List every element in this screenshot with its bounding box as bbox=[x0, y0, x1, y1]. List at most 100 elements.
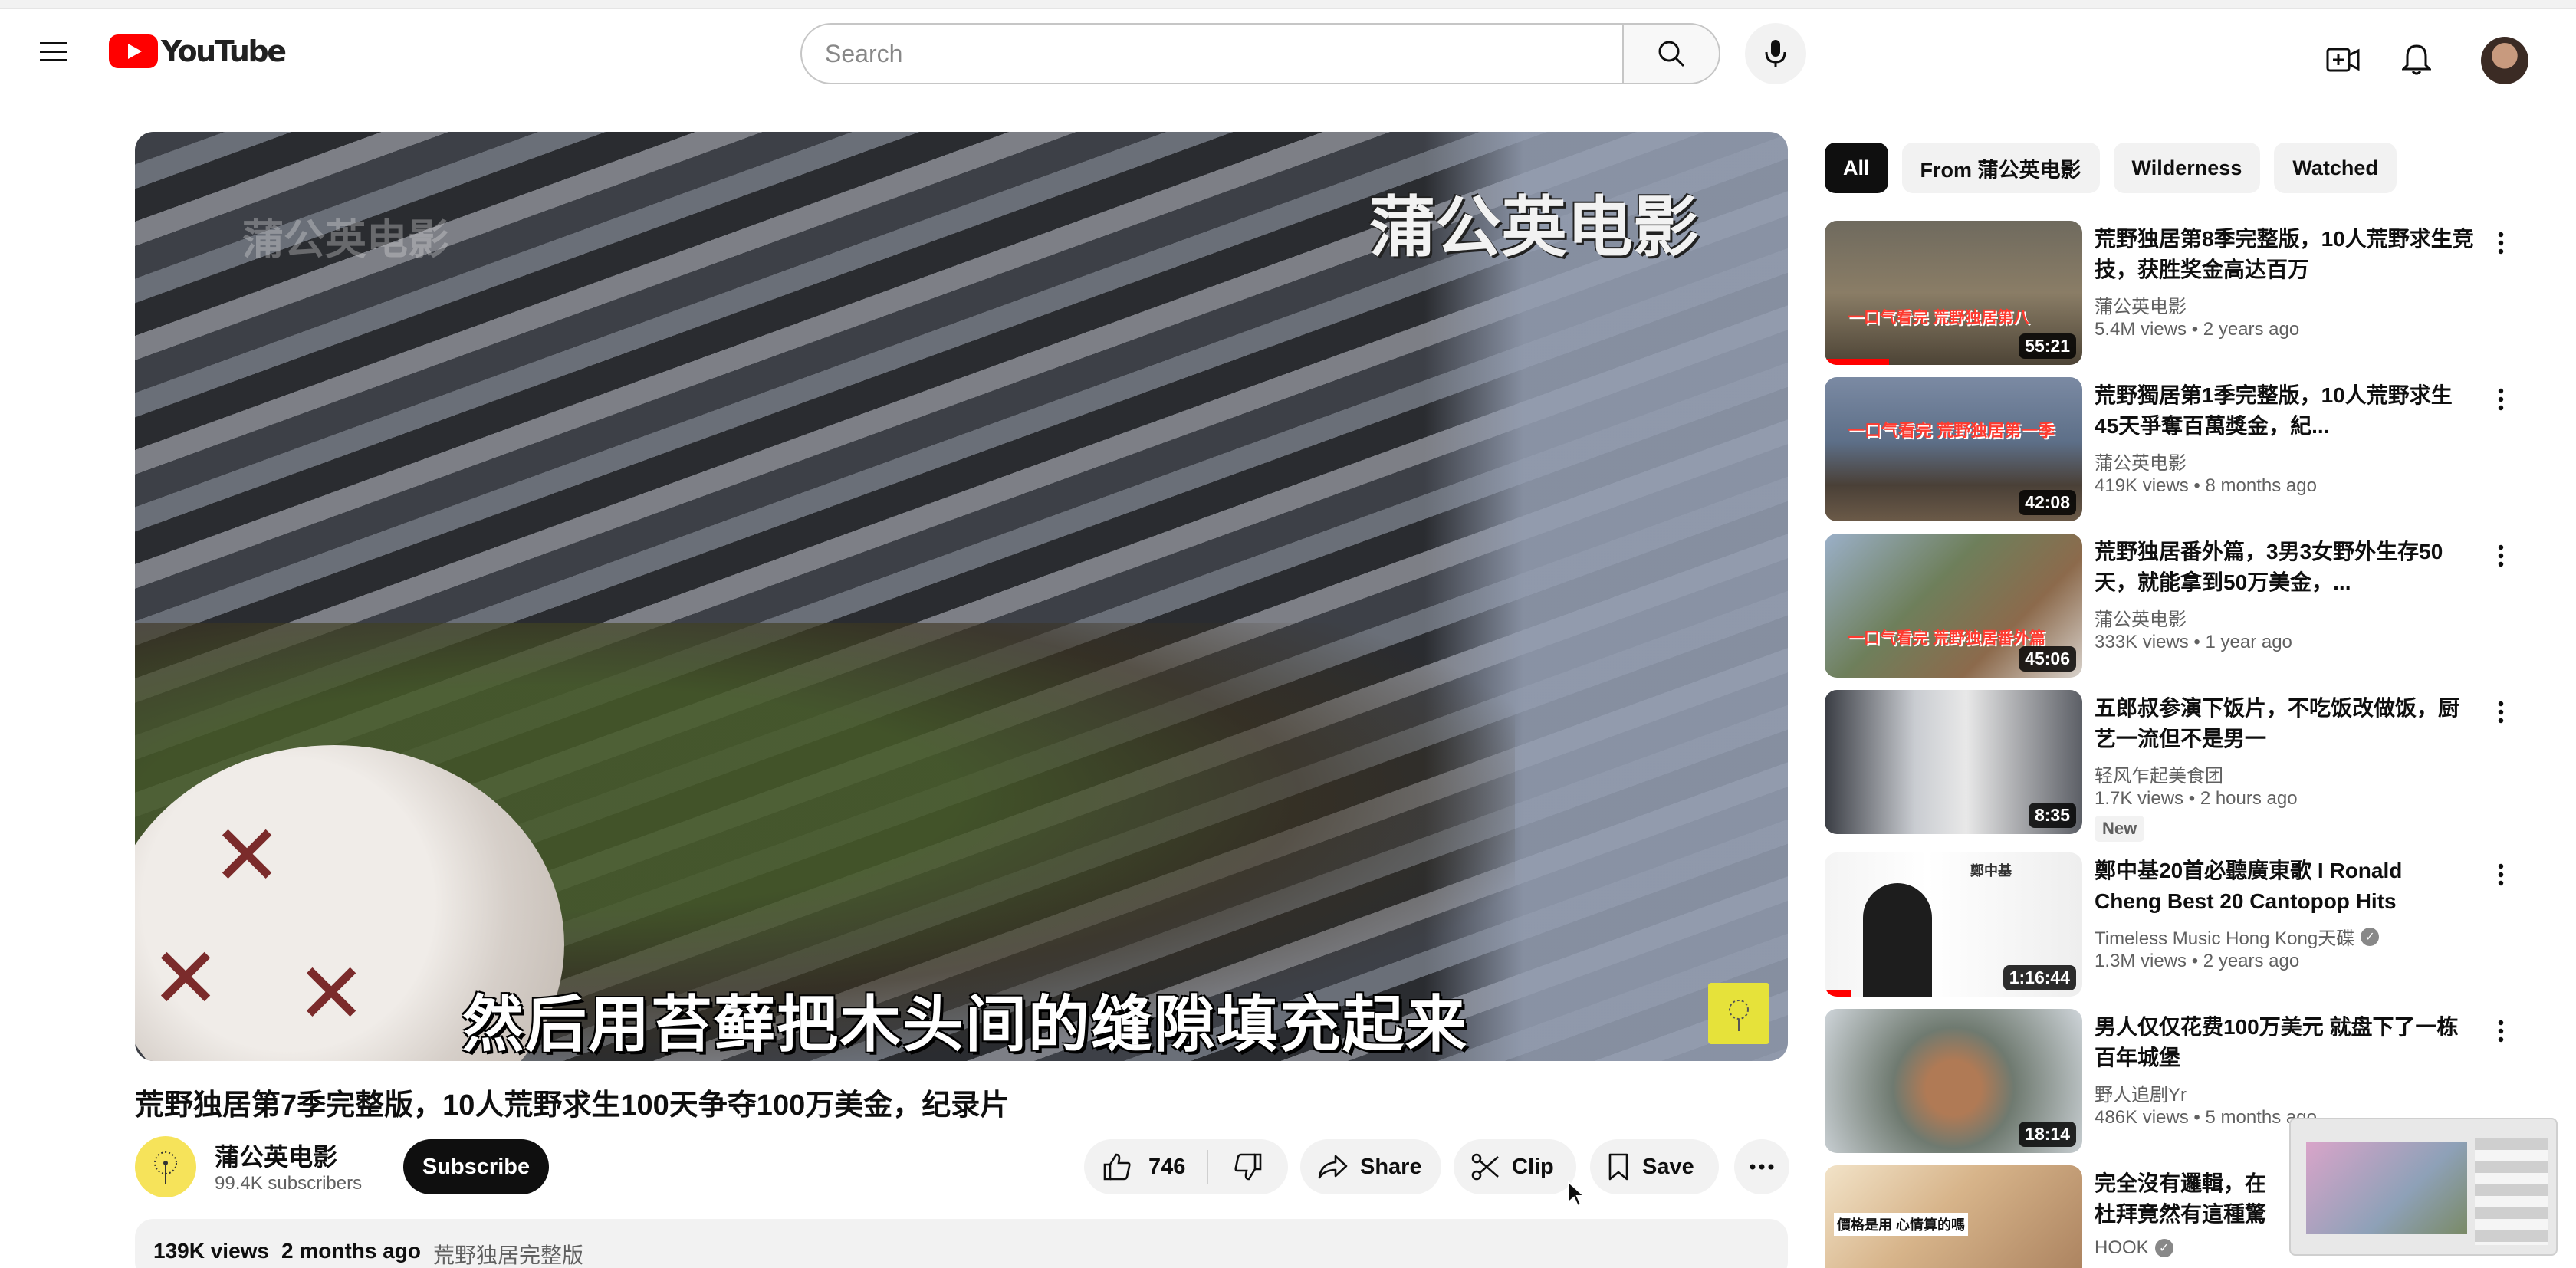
channel-name[interactable]: 蒲公英电影 bbox=[215, 1138, 337, 1173]
rec-title[interactable]: 鄭中基20首必聽廣東歌 I Ronald Cheng Best 20 Canto… bbox=[2095, 856, 2475, 917]
rec-more-button[interactable] bbox=[2486, 224, 2516, 262]
rec-thumbnail[interactable]: 一口气看完 荒野独居第一季 42:08 bbox=[1825, 377, 2082, 521]
dandelion-logo-icon bbox=[1708, 983, 1769, 1044]
browser-top-strip bbox=[0, 0, 2576, 9]
rec-channel-name: Timeless Music Hong Kong天碟 bbox=[2095, 928, 2355, 949]
miniplayer-preview[interactable] bbox=[2289, 1118, 2558, 1256]
rec-channel-name: 蒲公英电影 bbox=[2095, 297, 2187, 317]
more-actions-button[interactable] bbox=[1734, 1139, 1789, 1194]
video-player[interactable]: ✕ ✕ ✕ 蒲公英电影 蒲公英电影 然后用苔藓把木头间的缝隙填充起来 bbox=[135, 132, 1788, 1061]
verified-icon: ✓ bbox=[2154, 1239, 2174, 1257]
chip-from-channel[interactable]: From 蒲公英电影 bbox=[1901, 143, 2100, 193]
new-badge: New bbox=[2095, 816, 2145, 842]
rec-duration: 55:21 bbox=[2019, 333, 2076, 359]
notifications-button[interactable] bbox=[2386, 29, 2447, 90]
rec-channel[interactable]: 蒲公英电影 bbox=[2095, 448, 2187, 475]
recommendation-item[interactable]: 一口气看完 荒野独居第八 55:21 荒野独居第8季完整版，10人荒野求生竞技，… bbox=[1825, 221, 2515, 366]
rec-duration: 18:14 bbox=[2019, 1122, 2076, 1147]
more-vertical-icon bbox=[2498, 1020, 2504, 1043]
dandelion-icon bbox=[154, 1151, 177, 1184]
description-box[interactable]: 139K views 2 months ago 荒野独居完整版 bbox=[135, 1219, 1788, 1268]
rec-channel[interactable]: 蒲公英电影 bbox=[2095, 291, 2187, 318]
create-icon bbox=[2326, 48, 2360, 72]
youtube-logo-icon bbox=[109, 34, 158, 68]
bookmark-icon bbox=[1608, 1153, 1628, 1181]
rec-thumbnail[interactable]: 18:14 bbox=[1825, 1009, 2082, 1153]
rec-thumbnail[interactable]: 一口气看完 荒野独居第八 55:21 bbox=[1825, 221, 2082, 365]
more-vertical-icon bbox=[2498, 232, 2504, 255]
voice-search-button[interactable] bbox=[1745, 23, 1806, 84]
rec-thumbnail[interactable]: 鄭中基 1:16:44 bbox=[1825, 852, 2082, 997]
upload-age: 2 months ago bbox=[281, 1239, 422, 1263]
rec-title[interactable]: 五郎叔参演下饭片，不吃饭改做饭，厨艺一流但不是男一 bbox=[2095, 693, 2475, 754]
subscribe-button[interactable]: Subscribe bbox=[403, 1139, 549, 1194]
channel-avatar[interactable] bbox=[135, 1136, 196, 1197]
thumb-caption: 鄭中基 bbox=[1970, 863, 2012, 879]
more-horizontal-icon bbox=[1750, 1164, 1774, 1170]
rec-views: 5.4M views bbox=[2095, 319, 2187, 340]
rec-title[interactable]: 男人仅仅花费100万美元 就盘下了一栋百年城堡 bbox=[2095, 1012, 2475, 1073]
description-tag[interactable]: 荒野独居完整版 bbox=[433, 1239, 583, 1267]
rec-channel[interactable]: 蒲公英电影 bbox=[2095, 604, 2187, 631]
rec-channel[interactable]: Timeless Music Hong Kong天碟 ✓ bbox=[2095, 923, 2380, 950]
rec-thumbnail[interactable]: 價格是用 心情算的嗎 bbox=[1825, 1165, 2082, 1268]
chip-all[interactable]: All bbox=[1825, 143, 1888, 193]
rec-channel[interactable]: 野人追剧Yr bbox=[2095, 1079, 2187, 1106]
recommendation-item[interactable]: 一口气看完 荒野独居第一季 42:08 荒野獨居第1季完整版，10人荒野求生45… bbox=[1825, 377, 2515, 523]
rec-thumbnail[interactable]: 一口气看完 荒野独居番外篇 45:06 bbox=[1825, 534, 2082, 678]
rec-views: 486K views bbox=[2095, 1107, 2189, 1128]
rec-title[interactable]: 荒野独居第8季完整版，10人荒野求生竞技，获胜奖金高达百万 bbox=[2095, 224, 2475, 285]
guide-menu-button[interactable] bbox=[26, 25, 81, 80]
chip-watched[interactable]: Watched bbox=[2274, 143, 2397, 193]
chip-wilderness[interactable]: Wilderness bbox=[2113, 143, 2261, 193]
account-avatar[interactable] bbox=[2481, 37, 2528, 84]
rec-age: 1 year ago bbox=[2205, 632, 2292, 652]
rec-channel-name: 轻风乍起美食团 bbox=[2095, 766, 2223, 787]
rec-title[interactable]: 荒野独居番外篇，3男3女野外生存50天，就能拿到50万美金，... bbox=[2095, 537, 2475, 598]
rec-more-button[interactable] bbox=[2486, 856, 2516, 894]
rec-more-button[interactable] bbox=[2486, 1012, 2516, 1050]
rec-channel[interactable]: HOOK ✓ bbox=[2095, 1237, 2174, 1259]
clip-button[interactable]: Clip bbox=[1454, 1139, 1576, 1194]
scissors-icon bbox=[1471, 1153, 1499, 1181]
recommendation-item[interactable]: 一口气看完 荒野独居番外篇 45:06 荒野独居番外篇，3男3女野外生存50天，… bbox=[1825, 534, 2515, 679]
search-bar bbox=[800, 23, 1720, 84]
rec-meta: 1.7K views • 2 hours ago bbox=[2095, 788, 2298, 809]
thumb-caption: 價格是用 心情算的嗎 bbox=[1834, 1213, 1969, 1236]
share-button[interactable]: Share bbox=[1300, 1139, 1441, 1194]
search-box[interactable] bbox=[800, 23, 1622, 84]
mic-icon bbox=[1765, 40, 1786, 67]
rec-age: 2 years ago bbox=[2203, 319, 2300, 340]
subscriber-count: 99.4K subscribers bbox=[215, 1173, 363, 1194]
rec-duration: 8:35 bbox=[2028, 803, 2076, 828]
rec-thumbnail[interactable]: 8:35 bbox=[1825, 690, 2082, 834]
search-input[interactable] bbox=[825, 39, 1622, 68]
dislike-button[interactable] bbox=[1208, 1139, 1288, 1194]
rec-title[interactable]: 荒野獨居第1季完整版，10人荒野求生45天爭奪百萬獎金，紀... bbox=[2095, 380, 2475, 442]
recommendation-item[interactable]: 8:35 五郎叔参演下饭片，不吃饭改做饭，厨艺一流但不是男一 轻风乍起美食团 1… bbox=[1825, 690, 2516, 842]
youtube-logo[interactable]: YouTube bbox=[109, 34, 287, 69]
rec-channel-name: HOOK bbox=[2095, 1237, 2149, 1258]
recommendation-item[interactable]: 鄭中基 1:16:44 鄭中基20首必聽廣東歌 I Ronald Cheng B… bbox=[1825, 852, 2515, 998]
thumb-caption: 一口气看完 荒野独居番外篇 bbox=[1848, 629, 2045, 647]
share-label: Share bbox=[1360, 1154, 1422, 1179]
rec-channel[interactable]: 轻风乍起美食团 bbox=[2095, 760, 2223, 787]
thumb-caption: 一口气看完 荒野独居第八 bbox=[1848, 309, 2029, 327]
filter-chips: All From 蒲公英电影 Wilderness Watched bbox=[1825, 143, 2397, 193]
create-button[interactable] bbox=[2312, 29, 2374, 90]
search-button[interactable] bbox=[1622, 23, 1720, 84]
save-label: Save bbox=[1642, 1154, 1694, 1179]
rec-title[interactable]: 完全沒有邏輯，在杜拜竟然有這種驚喜包😍【價值觀錯... bbox=[2095, 1168, 2279, 1230]
rec-channel-name: 蒲公英电影 bbox=[2095, 609, 2187, 630]
like-button[interactable]: 746 bbox=[1084, 1139, 1207, 1194]
rec-views: 419K views bbox=[2095, 475, 2189, 496]
rec-more-button[interactable] bbox=[2486, 537, 2516, 575]
mouse-cursor-icon bbox=[1568, 1181, 1585, 1207]
hamburger-menu-icon bbox=[40, 42, 67, 61]
rec-channel-name: 野人追剧Yr bbox=[2095, 1085, 2187, 1105]
rec-more-button[interactable] bbox=[2486, 380, 2516, 419]
rec-channel-name: 蒲公英电影 bbox=[2095, 453, 2187, 474]
save-button[interactable]: Save bbox=[1590, 1139, 1719, 1194]
rec-more-button[interactable] bbox=[2486, 693, 2516, 731]
rec-age: 8 months ago bbox=[2205, 475, 2317, 496]
